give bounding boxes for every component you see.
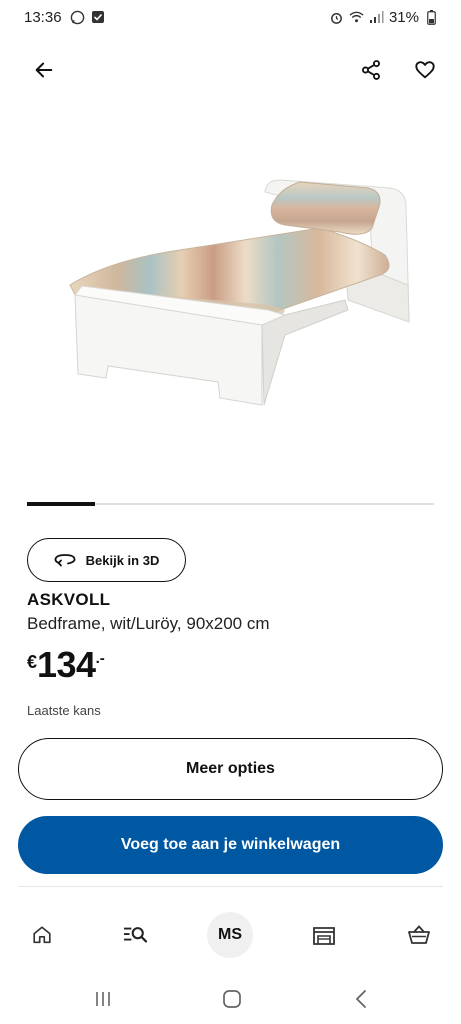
- recent-apps-icon: [96, 992, 110, 1006]
- bed-frame-image: [69, 179, 410, 406]
- home-system-button[interactable]: [217, 984, 247, 1014]
- availability-note: Laatste kans: [27, 703, 101, 718]
- back-system-button[interactable]: [346, 984, 376, 1014]
- view-3d-button[interactable]: Bekijk in 3D: [27, 538, 186, 582]
- product-description: Bedframe, wit/Luröy, 90x200 cm: [27, 614, 270, 633]
- nav-stores[interactable]: [301, 912, 347, 958]
- nav-profile-avatar[interactable]: MS: [207, 912, 253, 958]
- home-icon: [33, 926, 51, 944]
- more-options-button[interactable]: Meer opties: [18, 738, 443, 800]
- android-nav-bar: [0, 972, 461, 1024]
- battery-percentage: 31%: [388, 8, 419, 26]
- status-bar: 13:36 31%: [0, 0, 461, 34]
- add-to-cart-button[interactable]: Voeg toe aan je winkelwagen: [18, 816, 443, 874]
- bottom-nav: MS: [0, 904, 461, 968]
- recent-apps-button[interactable]: [88, 984, 118, 1014]
- basket-icon: [408, 925, 430, 944]
- store-icon: [313, 927, 335, 945]
- checkbox-notification-icon: [91, 10, 106, 25]
- profile-initials: MS: [218, 926, 242, 943]
- home-circle-icon: [223, 990, 241, 1008]
- price-suffix: .-: [95, 650, 105, 667]
- divider: [18, 886, 443, 887]
- alarm-icon: [329, 10, 344, 25]
- more-options-label: Meer opties: [186, 760, 275, 777]
- signal-icon: [369, 10, 384, 25]
- add-to-cart-label: Voeg toe aan je winkelwagen: [120, 836, 341, 853]
- image-carousel-indicator: [27, 502, 95, 506]
- product-name: ASKVOLL: [27, 590, 111, 609]
- nav-search[interactable]: [112, 912, 158, 958]
- view-3d-label: Bekijk in 3D: [85, 552, 160, 568]
- back-button[interactable]: [26, 52, 62, 88]
- rotate-3d-icon: [54, 554, 76, 567]
- battery-icon: [424, 9, 439, 25]
- search-list-icon: [124, 927, 148, 943]
- share-icon: [362, 60, 380, 80]
- wifi-icon: [349, 10, 364, 25]
- favorite-button[interactable]: [407, 52, 443, 88]
- share-button[interactable]: [353, 52, 389, 88]
- product-image[interactable]: [0, 110, 461, 490]
- status-time: 13:36: [24, 8, 62, 26]
- whatsapp-icon: [70, 10, 85, 25]
- heart-icon: [415, 61, 435, 79]
- price-currency: €: [27, 652, 38, 672]
- price-amount: 134: [37, 644, 96, 685]
- chevron-left-icon: [355, 990, 366, 1008]
- top-nav: [0, 52, 461, 88]
- arrow-left-icon: [35, 62, 53, 78]
- nav-home[interactable]: [19, 912, 65, 958]
- nav-basket[interactable]: [396, 912, 442, 958]
- product-price: € 134 .-: [27, 644, 105, 686]
